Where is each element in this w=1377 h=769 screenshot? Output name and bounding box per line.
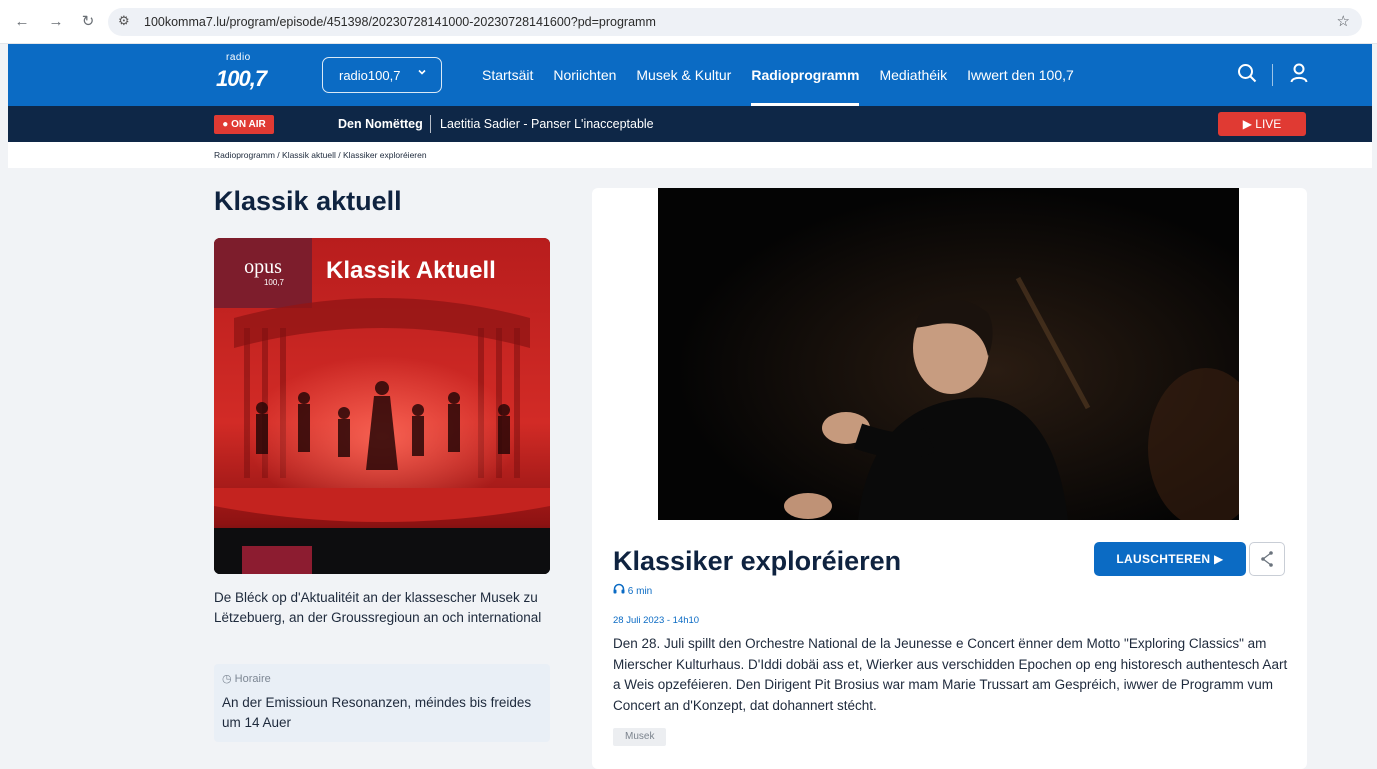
user-icon[interactable]	[1288, 62, 1312, 86]
episode-card: Klassiker exploréieren LAUSCHTEREN ▶ 6 m…	[592, 188, 1307, 769]
forward-icon[interactable]: →	[46, 12, 66, 32]
radio-logo[interactable]: radio 100,7	[214, 52, 267, 96]
browser-toolbar: ← → ↻ ⚙ 100komma7.lu/program/episode/451…	[0, 0, 1377, 44]
episode-tag[interactable]: Musek	[613, 728, 667, 746]
horaire-box: ◷ Horaire An der Emissioun Resonanzen, m…	[214, 664, 550, 742]
share-icon	[1261, 551, 1273, 567]
nav-mediatheik[interactable]: Mediathéik	[879, 44, 947, 106]
episode-duration: 6 min	[613, 583, 652, 597]
play-icon: ▶	[1242, 117, 1252, 131]
headphones-icon	[613, 583, 628, 597]
cover-title-text: Klassik Aktuell	[326, 257, 496, 284]
program-title: Klassik aktuell	[214, 186, 402, 216]
on-air-badge: ● ON AIR	[214, 115, 274, 134]
share-button[interactable]	[1249, 542, 1285, 576]
cover-brand-sub: 100,7	[264, 278, 285, 287]
site-settings-icon[interactable]: ⚙	[118, 13, 130, 29]
live-button[interactable]: ▶ LIVE	[1218, 112, 1306, 136]
horaire-label: ◷ Horaire	[222, 673, 271, 685]
breadcrumb-bar: Radioprogramm / Klassik aktuell / Klassi…	[8, 142, 1372, 168]
search-icon[interactable]	[1236, 62, 1260, 86]
chevron-down-icon	[417, 67, 427, 80]
bookmark-star-icon[interactable]: ☆	[1337, 12, 1350, 30]
breadcrumb[interactable]: Radioprogramm / Klassik aktuell / Klassi…	[214, 150, 427, 160]
station-select[interactable]: radio100,7	[322, 57, 442, 93]
episode-date: 28 Juli 2023 - 14h10	[613, 615, 700, 626]
nav-startsait[interactable]: Startsäit	[482, 44, 533, 106]
on-air-show[interactable]: Den Nomëtteg	[338, 117, 423, 131]
clock-icon: ◷	[222, 673, 232, 685]
nav-radioprogramm[interactable]: Radioprogramm	[751, 44, 860, 106]
nav-musek-kultur[interactable]: Musek & Kultur	[636, 44, 731, 106]
on-air-divider	[430, 115, 431, 133]
station-select-value: radio100,7	[339, 68, 401, 83]
episode-title: Klassiker exploréieren	[613, 546, 902, 576]
back-icon[interactable]: ←	[12, 12, 32, 32]
url-text: 100komma7.lu/program/episode/451398/2023…	[144, 15, 656, 29]
listen-button[interactable]: LAUSCHTEREN ▶	[1094, 542, 1246, 576]
address-bar[interactable]: ⚙ 100komma7.lu/program/episode/451398/20…	[108, 8, 1362, 36]
episode-image	[658, 188, 1239, 520]
program-column: Klassik aktuell opus 100,7 Klassik Aktue…	[214, 186, 550, 742]
site-header: radio 100,7 radio100,7 Startsäit Noriich…	[8, 44, 1372, 106]
reload-icon[interactable]: ↻	[78, 12, 98, 32]
horaire-text: An der Emissioun Resonanzen, méindes bis…	[222, 695, 532, 730]
nav-iwwert[interactable]: Iwwert den 100,7	[967, 44, 1074, 106]
cover-brand-text: opus	[244, 256, 282, 278]
header-divider	[1272, 64, 1273, 86]
main-nav: Startsäit Noriichten Musek & Kultur Radi…	[482, 44, 1094, 106]
episode-description: Den 28. Juli spillt den Orchestre Nation…	[613, 636, 1288, 713]
on-air-bar: ● ON AIR Den Nomëtteg Laetitia Sadier - …	[8, 106, 1372, 142]
program-description: De Bléck op d'Aktualitéit an der klasses…	[214, 590, 542, 625]
nav-noriichten[interactable]: Noriichten	[553, 44, 616, 106]
play-icon: ▶	[1214, 552, 1224, 566]
program-cover-image[interactable]: opus 100,7 Klassik Aktuell	[214, 238, 550, 574]
on-air-track: Laetitia Sadier - Panser L'inacceptable	[440, 117, 654, 131]
